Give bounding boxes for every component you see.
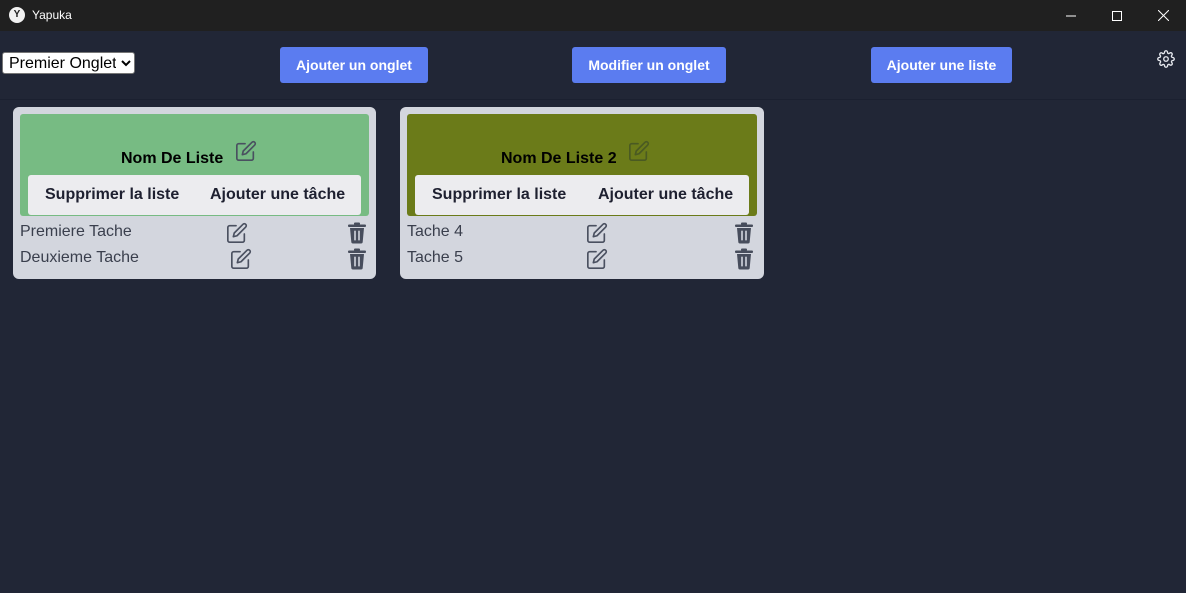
edit-tab-button[interactable]: Modifier un onglet xyxy=(572,47,726,83)
trash-icon xyxy=(735,222,753,244)
trash-icon xyxy=(348,248,366,270)
gear-icon xyxy=(1157,50,1175,68)
edit-list-button[interactable] xyxy=(628,140,650,162)
list-title: Nom De Liste xyxy=(121,150,224,167)
list-title: Nom De Liste 2 xyxy=(501,150,617,167)
task-item: Premiere Tache xyxy=(20,219,376,245)
edit-icon xyxy=(587,222,608,243)
trash-icon xyxy=(348,222,366,244)
list-actions: Supprimer la liste Ajouter une tâche xyxy=(415,175,749,215)
delete-list-button[interactable]: Supprimer la liste xyxy=(432,175,566,215)
minimize-icon xyxy=(1066,15,1076,16)
toolbar: Premier Onglet Ajouter un onglet Modifie… xyxy=(0,31,1186,100)
edit-icon xyxy=(587,248,608,269)
list-header: Nom De Liste Supprimer la liste Ajouter … xyxy=(20,114,369,216)
add-list-button[interactable]: Ajouter une liste xyxy=(871,47,1012,83)
delete-task-button[interactable] xyxy=(734,222,754,244)
window-title: Yapuka xyxy=(32,8,72,22)
tab-select[interactable]: Premier Onglet xyxy=(2,52,135,74)
title-bar: Y Yapuka xyxy=(0,0,1186,31)
maximize-icon xyxy=(1112,10,1122,21)
settings-button[interactable] xyxy=(1157,50,1175,68)
list-card: Nom De Liste 2 Supprimer la liste Ajoute… xyxy=(400,107,764,279)
task-label: Tache 4 xyxy=(407,223,464,240)
close-button[interactable] xyxy=(1140,0,1186,31)
edit-icon xyxy=(629,140,650,161)
list-card: Nom De Liste Supprimer la liste Ajouter … xyxy=(13,107,376,279)
trash-icon xyxy=(735,248,753,270)
task-item: Tache 4 xyxy=(407,219,764,245)
minimize-button[interactable] xyxy=(1048,0,1094,31)
add-task-button[interactable]: Ajouter une tâche xyxy=(210,175,345,215)
edit-task-button[interactable] xyxy=(586,248,608,270)
delete-task-button[interactable] xyxy=(347,222,367,244)
close-icon xyxy=(1157,10,1169,21)
task-label: Tache 5 xyxy=(407,249,464,266)
add-task-button[interactable]: Ajouter une tâche xyxy=(598,175,733,215)
add-tab-button[interactable]: Ajouter un onglet xyxy=(280,47,428,83)
list-header: Nom De Liste 2 Supprimer la liste Ajoute… xyxy=(407,114,757,216)
task-label: Deuxieme Tache xyxy=(20,249,139,266)
delete-list-button[interactable]: Supprimer la liste xyxy=(45,175,179,215)
delete-task-button[interactable] xyxy=(734,248,754,270)
app-logo-icon: Y xyxy=(9,7,25,23)
list-actions: Supprimer la liste Ajouter une tâche xyxy=(28,175,361,215)
maximize-button[interactable] xyxy=(1094,0,1140,31)
task-item: Deuxieme Tache xyxy=(20,245,376,271)
edit-icon xyxy=(231,248,252,269)
task-item: Tache 5 xyxy=(407,245,764,271)
edit-icon xyxy=(236,140,257,161)
edit-icon xyxy=(227,222,248,243)
delete-task-button[interactable] xyxy=(347,248,367,270)
edit-task-button[interactable] xyxy=(586,222,608,244)
edit-task-button[interactable] xyxy=(230,248,252,270)
edit-task-button[interactable] xyxy=(226,222,248,244)
task-label: Premiere Tache xyxy=(20,223,132,240)
edit-list-button[interactable] xyxy=(235,140,257,162)
